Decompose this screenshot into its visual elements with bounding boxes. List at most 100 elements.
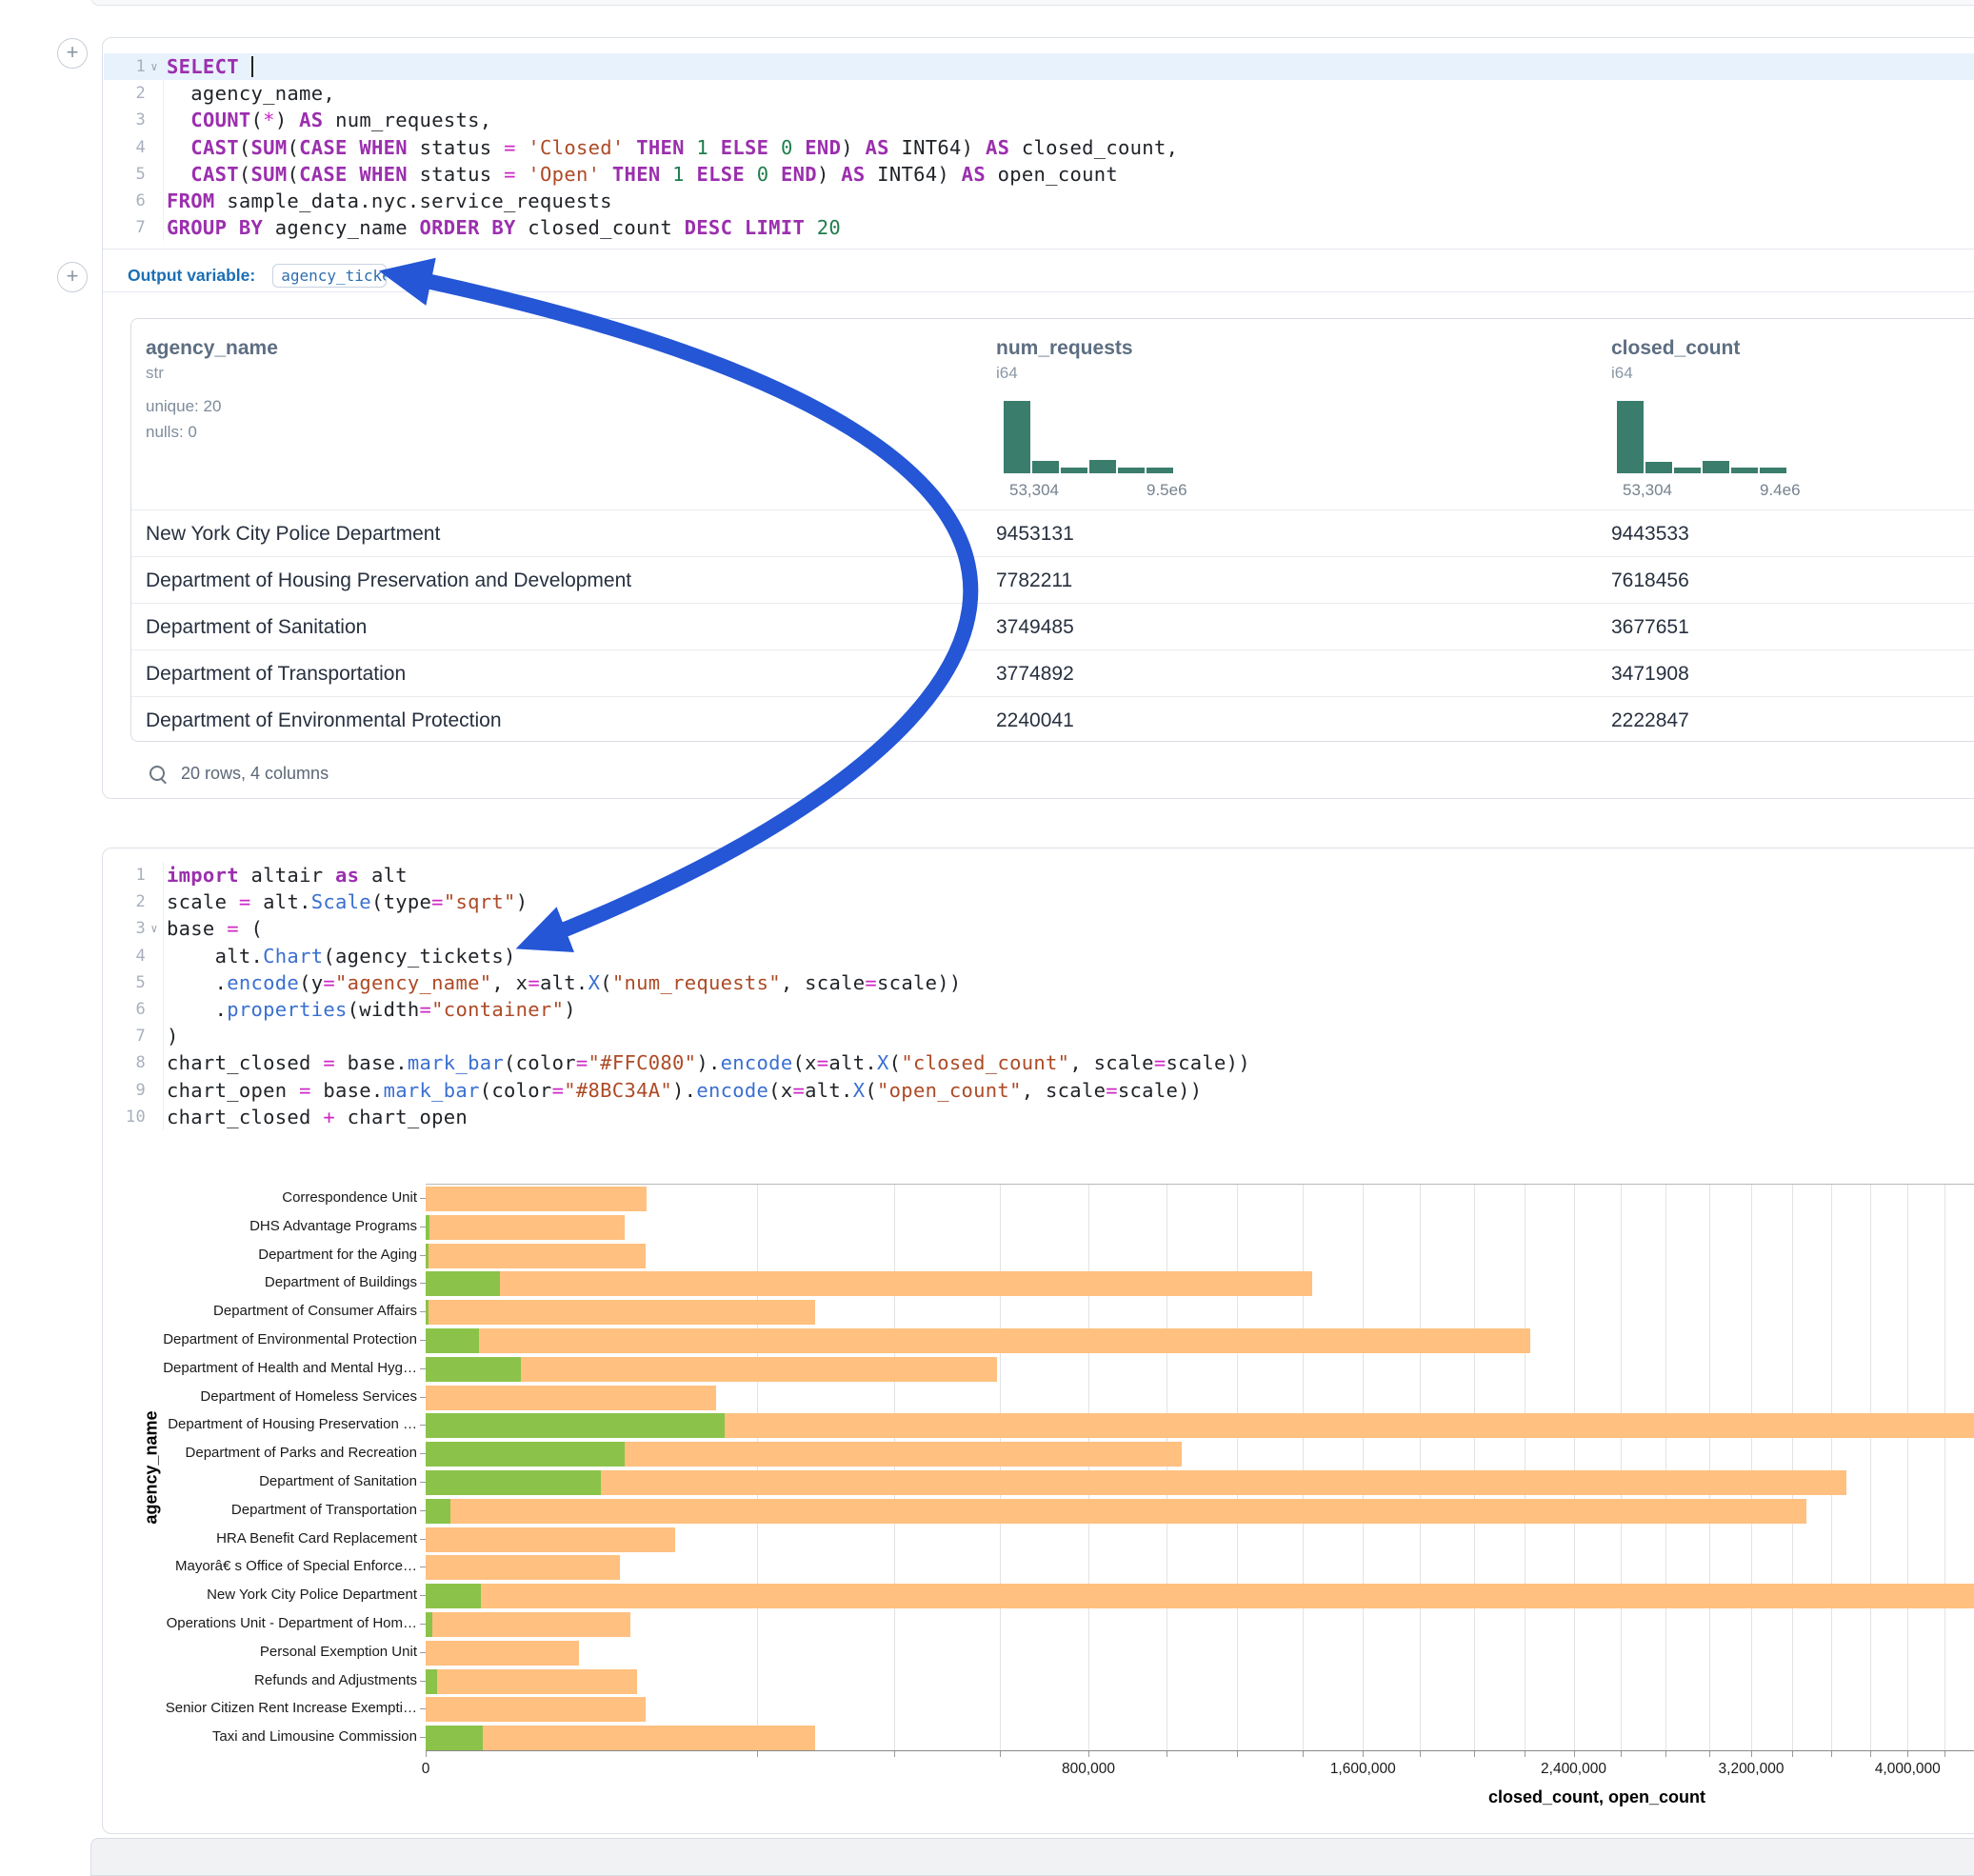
open-count-bar[interactable] (426, 1669, 437, 1694)
y-axis-label: Mayorâ€ s Office of Special Enforce… (103, 1552, 417, 1581)
histogram-bin (1760, 468, 1786, 473)
histogram-bin (1674, 468, 1701, 473)
y-axis-label: Refunds and Adjustments (103, 1666, 417, 1695)
add-cell-button-output[interactable]: + (57, 262, 88, 292)
divider (103, 291, 1974, 292)
table-row[interactable]: Department of Transportation377489234719… (131, 649, 1974, 696)
x-tick-mark (1621, 1751, 1622, 1757)
column-header[interactable]: closed_count (1611, 337, 1740, 360)
open-count-bar[interactable] (426, 1300, 429, 1325)
open-count-bar[interactable] (426, 1357, 521, 1382)
closed-count-bar[interactable] (426, 1244, 646, 1268)
column-type: i64 (1611, 364, 1633, 383)
open-count-bar[interactable] (426, 1470, 601, 1495)
notebook-page: { "icons": { "plus": "+", "fold_chevron"… (0, 0, 1974, 1851)
closed-count-bar[interactable] (426, 1470, 1846, 1495)
x-axis-label: 1,600,000 (1330, 1761, 1396, 1778)
search-icon[interactable] (149, 765, 168, 784)
open-count-bar[interactable] (426, 1215, 429, 1240)
table-cell: 2240041 (996, 697, 1074, 744)
line-number: 5 (104, 161, 146, 188)
closed-count-bar[interactable] (426, 1499, 1806, 1524)
closed-count-bar[interactable] (426, 1187, 647, 1211)
closed-count-bar[interactable] (426, 1584, 1974, 1608)
histogram-bin (1004, 401, 1030, 473)
x-tick-mark (1420, 1751, 1421, 1757)
column-type: str (146, 364, 164, 383)
x-tick-mark (1870, 1751, 1871, 1757)
histogram-bin (1645, 462, 1672, 473)
table-cell: Department of Transportation (146, 650, 406, 697)
add-cell-button-top[interactable]: + (57, 38, 88, 69)
table-cell: 3749485 (996, 604, 1074, 650)
gridline (1474, 1185, 1475, 1751)
line-number: 6 (104, 188, 146, 214)
code-line: 7) (104, 1023, 1974, 1049)
table-row[interactable]: New York City Police Department945313194… (131, 509, 1974, 556)
closed-count-bar[interactable] (426, 1300, 815, 1325)
table-row[interactable]: Department of Sanitation37494853677651 (131, 603, 1974, 649)
fold-chevron-icon[interactable]: ∨ (146, 915, 163, 942)
open-count-bar[interactable] (426, 1328, 479, 1353)
open-count-bar[interactable] (426, 1442, 625, 1467)
closed-count-bar[interactable] (426, 1527, 675, 1552)
y-axis-label: Department of Homeless Services (103, 1383, 417, 1411)
histogram-max-label: 9.4e6 (1760, 481, 1801, 500)
x-tick-mark (1166, 1751, 1167, 1757)
histogram-bin (1032, 461, 1059, 473)
closed-count-bar[interactable] (426, 1641, 579, 1666)
closed-count-bar[interactable] (426, 1271, 1312, 1296)
x-tick-mark (1574, 1751, 1575, 1757)
sql-cell: 1∨SELECT 2 agency_name,3 COUNT(*) AS num… (102, 37, 1974, 799)
gridline (1709, 1185, 1710, 1751)
line-number: 10 (104, 1104, 146, 1130)
open-count-bar[interactable] (426, 1612, 432, 1637)
y-axis-title: agency_name (142, 1410, 162, 1524)
histogram-bin (1118, 468, 1145, 473)
closed-count-bar[interactable] (426, 1215, 625, 1240)
line-number: 9 (104, 1077, 146, 1104)
gridline (1831, 1185, 1832, 1751)
gridline (1303, 1185, 1304, 1751)
open-count-bar[interactable] (426, 1244, 429, 1268)
open-count-bar[interactable] (426, 1726, 483, 1750)
gridline (1792, 1185, 1793, 1751)
open-count-bar[interactable] (426, 1413, 725, 1438)
open-count-bar[interactable] (426, 1271, 500, 1296)
histogram-max-label: 9.5e6 (1147, 481, 1187, 500)
closed-count-bar[interactable] (426, 1328, 1530, 1353)
column-header[interactable]: num_requests (996, 337, 1133, 360)
output-variable-input[interactable]: agency_tickets (272, 264, 387, 288)
x-tick-mark (1665, 1751, 1666, 1757)
closed-count-bar[interactable] (426, 1697, 646, 1722)
table-row[interactable]: Department of Housing Preservation and D… (131, 556, 1974, 603)
python-code-editor[interactable]: 1import altair as alt2scale = alt.Scale(… (104, 862, 1974, 1130)
fold-chevron-icon[interactable]: ∨ (146, 53, 163, 80)
closed-count-bar[interactable] (426, 1726, 815, 1750)
gridline (1237, 1185, 1238, 1751)
x-axis-label: 2,400,000 (1541, 1761, 1606, 1778)
x-axis-title: closed_count, open_count (1488, 1787, 1705, 1807)
closed-count-bar[interactable] (426, 1612, 630, 1637)
open-count-bar[interactable] (426, 1499, 450, 1524)
code-line: 4 CAST(SUM(CASE WHEN status = 'Closed' T… (104, 134, 1974, 161)
closed-count-bar[interactable] (426, 1555, 620, 1580)
code-line: 9chart_open = base.mark_bar(color="#8BC3… (104, 1077, 1974, 1104)
open-count-bar[interactable] (426, 1584, 481, 1608)
x-tick-mark (1751, 1751, 1752, 1757)
x-tick-mark (1363, 1751, 1364, 1757)
x-tick-mark (1303, 1751, 1304, 1757)
column-header[interactable]: agency_name (146, 337, 278, 360)
y-axis-label: Correspondence Unit (103, 1184, 417, 1212)
gridline (1621, 1185, 1622, 1751)
x-tick-mark (1474, 1751, 1475, 1757)
sql-code-editor[interactable]: 1∨SELECT 2 agency_name,3 COUNT(*) AS num… (104, 53, 1974, 241)
table-row[interactable]: Department of Environmental Protection22… (131, 696, 1974, 743)
code-line: 1import altair as alt (104, 862, 1974, 888)
gridline (1870, 1185, 1871, 1751)
table-cell: 3774892 (996, 650, 1074, 697)
closed-count-bar[interactable] (426, 1669, 637, 1694)
closed-count-bar[interactable] (426, 1386, 716, 1410)
table-cell: 7618456 (1611, 557, 1689, 604)
output-variable-label: Output variable: (128, 266, 255, 286)
